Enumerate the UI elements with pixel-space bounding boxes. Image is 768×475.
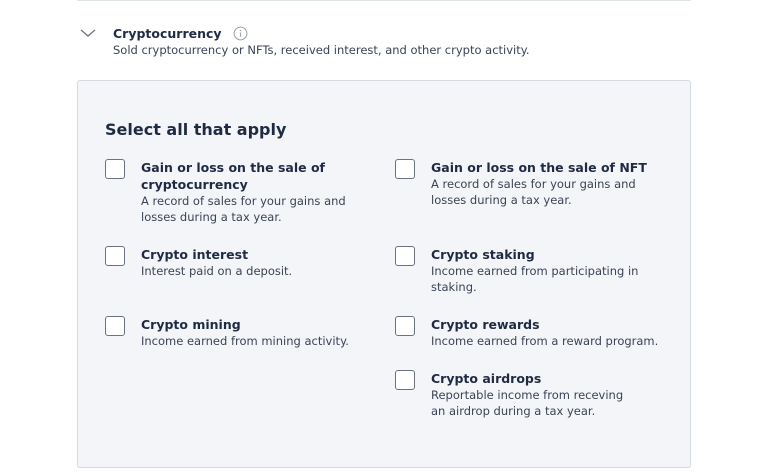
option-description: Interest paid on a deposit. [141,264,293,278]
option-description: Income earned from a reward program. [431,334,659,348]
top-divider [77,0,691,1]
option-text: Gain or loss on the sale of cryptocurren… [141,159,375,225]
option-label: Crypto airdrops [431,371,542,386]
option-label: Gain or loss on the sale of cryptocurren… [141,160,325,192]
checkbox-crypto-rewards[interactable] [395,316,415,336]
option-text: Crypto staking Income earned from partic… [431,246,641,295]
checkbox-gain-loss-nft[interactable] [395,159,415,179]
option-text: Crypto airdrops Reportable income from r… [431,370,641,419]
section-title: Cryptocurrency [113,25,222,41]
checkbox-crypto-interest[interactable] [105,246,125,266]
option-description: A record of sales for your gains and los… [141,194,346,224]
options-panel: Select all that apply Gain or loss on th… [77,80,691,468]
section-subtitle: Sold cryptocurrency or NFTs, received in… [113,43,530,57]
option-description: A record of sales for your gains and los… [431,177,636,207]
checkbox-crypto-airdrops[interactable] [395,370,415,390]
header-title-row: Cryptocurrency [113,24,248,42]
info-icon[interactable] [233,26,248,41]
option-label: Crypto staking [431,247,535,262]
panel-title: Select all that apply [105,120,287,139]
option-label: Crypto interest [141,247,249,262]
option-label: Crypto rewards [431,317,540,332]
option-label: Crypto mining [141,317,241,332]
cryptocurrency-section-header[interactable]: Cryptocurrency Sold cryptocurrency or NF… [77,24,691,64]
checkbox-gain-loss-crypto[interactable] [105,159,125,179]
checkbox-crypto-staking[interactable] [395,246,415,266]
option-text: Crypto mining Income earned from mining … [141,316,375,349]
option-label: Gain or loss on the sale of NFT [431,160,647,175]
option-description: Income earned from participating in stak… [431,264,639,294]
chevron-down-icon[interactable] [79,24,97,42]
option-description: Income earned from mining activity. [141,334,349,348]
option-text: Crypto interest Interest paid on a depos… [141,246,375,279]
option-description: Reportable income from receving an airdr… [431,388,624,418]
checkbox-crypto-mining[interactable] [105,316,125,336]
option-text: Gain or loss on the sale of NFT A record… [431,159,671,208]
option-text: Crypto rewards Income earned from a rewa… [431,316,671,349]
